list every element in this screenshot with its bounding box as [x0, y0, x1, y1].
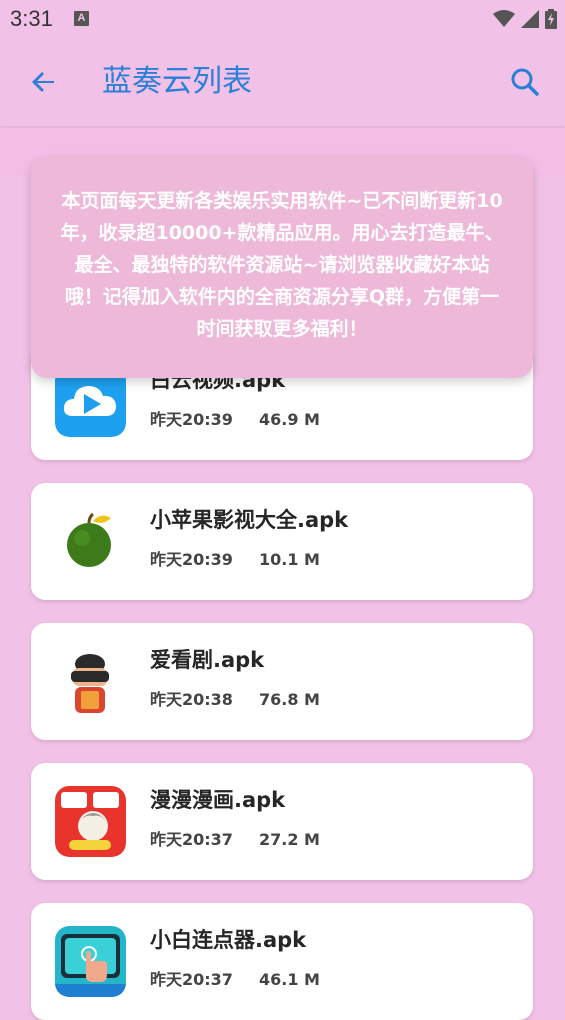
- file-size: 46.1 M: [259, 970, 320, 989]
- file-name: 漫漫漫画.apk: [150, 788, 286, 812]
- status-bar: 3:31 A: [0, 0, 565, 38]
- arrow-back-icon: [32, 72, 54, 92]
- file-size: 27.2 M: [259, 830, 320, 849]
- file-time: 昨天20:39: [150, 550, 233, 569]
- tap-hand-icon: [55, 926, 126, 997]
- file-name: 爱看剧.apk: [150, 648, 265, 672]
- file-time: 昨天20:37: [150, 830, 233, 849]
- status-icons: [493, 9, 557, 29]
- list-item[interactable]: 漫漫漫画.apk 昨天20:37 27.2 M: [31, 763, 533, 880]
- file-name: 小苹果影视大全.apk: [150, 508, 349, 532]
- back-button[interactable]: [24, 62, 64, 102]
- list-item[interactable]: 小白连点器.apk 昨天20:37 46.1 M: [31, 903, 533, 1020]
- app-bar: 蓝奏云列表: [0, 38, 565, 126]
- status-time: 3:31: [10, 6, 53, 31]
- notification-a-icon: A: [74, 11, 89, 26]
- wifi-icon: [493, 10, 515, 27]
- file-time: 昨天20:38: [150, 690, 233, 709]
- manga-icon: [55, 786, 126, 857]
- green-apple-icon: [55, 506, 126, 577]
- signal-icon: [521, 10, 539, 28]
- page-title: 蓝奏云列表: [102, 64, 252, 99]
- notice-popup[interactable]: 本页面每天更新各类娱乐实用软件~已不间断更新10年，收录超10000+款精品应用…: [31, 157, 533, 378]
- vr-character-icon: [55, 646, 126, 717]
- file-time: 昨天20:37: [150, 970, 233, 989]
- file-time: 昨天20:39: [150, 410, 233, 429]
- notice-text: 本页面每天更新各类娱乐实用软件~已不间断更新10年，收录超10000+款精品应用…: [60, 190, 504, 340]
- file-name: 小白连点器.apk: [150, 928, 307, 952]
- search-button[interactable]: [505, 62, 545, 102]
- file-size: 76.8 M: [259, 690, 320, 709]
- list-item[interactable]: 爱看剧.apk 昨天20:38 76.8 M: [31, 623, 533, 740]
- file-size: 10.1 M: [259, 550, 320, 569]
- battery-charging-icon: [545, 9, 557, 29]
- list-item[interactable]: 小苹果影视大全.apk 昨天20:39 10.1 M: [31, 483, 533, 600]
- search-icon: [511, 68, 539, 96]
- file-size: 46.9 M: [259, 410, 320, 429]
